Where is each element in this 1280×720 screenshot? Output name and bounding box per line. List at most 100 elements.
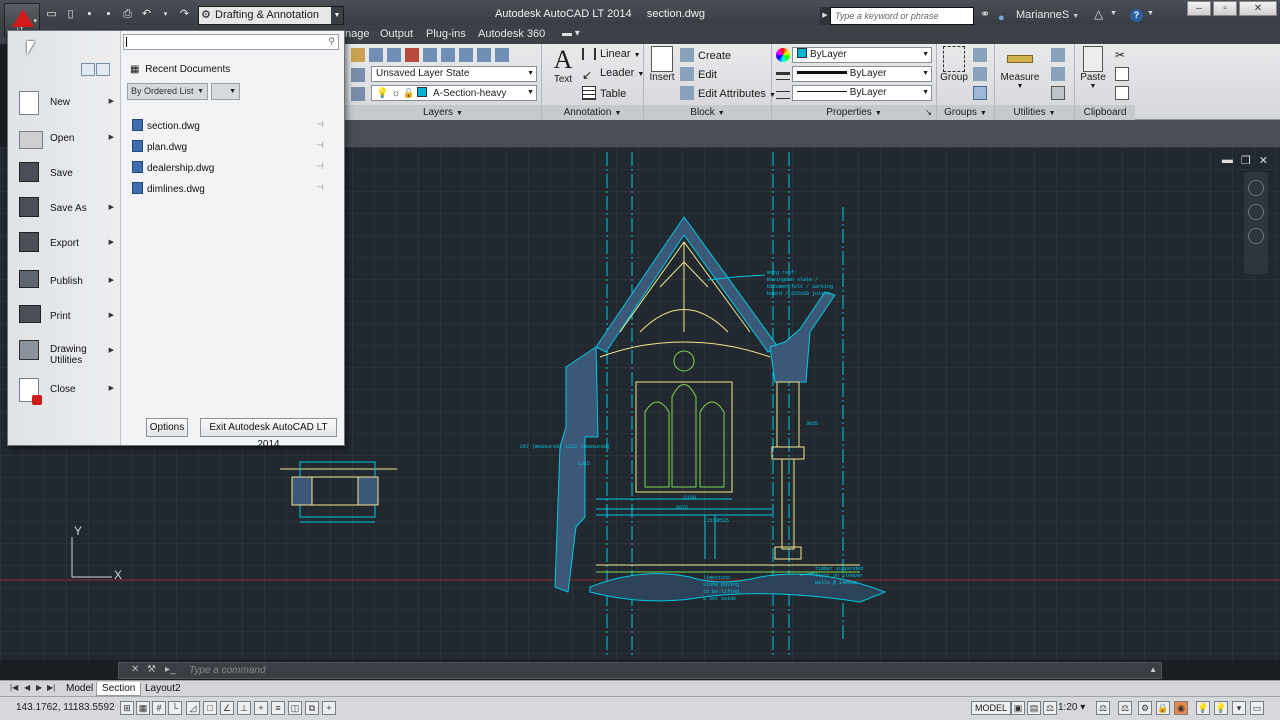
- edit-block-button[interactable]: Edit: [680, 67, 717, 81]
- copy-clip-icon[interactable]: [1115, 86, 1133, 100]
- recent-file[interactable]: dimlines.dwg: [132, 182, 205, 195]
- display-options-dropdown[interactable]: ▼: [211, 83, 240, 100]
- recent-file[interactable]: dealership.dwg: [132, 161, 214, 174]
- recent-file[interactable]: section.dwg: [132, 119, 200, 132]
- block-panel-label[interactable]: Block ▼: [644, 105, 771, 120]
- layer-off-icon[interactable]: [459, 48, 473, 62]
- redo-icon[interactable]: ↷: [177, 7, 192, 22]
- order-by-dropdown[interactable]: By Ordered List ▼: [127, 83, 208, 100]
- layer-freeze-icon[interactable]: [441, 48, 455, 62]
- new-icon[interactable]: ▭: [44, 7, 59, 22]
- help-icon[interactable]: ?: [1130, 9, 1143, 22]
- layer-walk-icon[interactable]: [351, 87, 369, 101]
- exchange-icon[interactable]: △: [1094, 7, 1103, 21]
- layer-previous-icon[interactable]: [387, 48, 401, 62]
- annotation-visibility-icon[interactable]: ⚖: [1096, 701, 1110, 715]
- quick-view-layouts-icon[interactable]: ▣: [1011, 701, 1025, 715]
- quick-select-icon[interactable]: [1051, 48, 1069, 62]
- menu-item-open[interactable]: Open ▶: [8, 123, 121, 157]
- save-as-icon[interactable]: ▪: [101, 7, 116, 22]
- lineweight-toggle-icon[interactable]: ≡: [271, 701, 285, 715]
- clipboard-panel-label[interactable]: Clipboard: [1075, 105, 1135, 120]
- open-icon[interactable]: ▯: [63, 7, 78, 22]
- dyn-icon[interactable]: +: [254, 701, 268, 715]
- menu-item-new[interactable]: New ▶: [8, 87, 121, 121]
- lightbulb-icon[interactable]: 💡: [1214, 701, 1228, 715]
- linetype-dropdown[interactable]: ByLayer ▼: [792, 85, 932, 101]
- command-input[interactable]: Type a command: [189, 665, 266, 676]
- paste-button[interactable]: Paste ▼: [1077, 46, 1109, 90]
- wrench-icon[interactable]: ⚒: [147, 664, 156, 675]
- select-similar-icon[interactable]: [1051, 67, 1069, 81]
- help-search-input[interactable]: Type a keyword or phrase: [830, 7, 974, 25]
- layers-panel-label[interactable]: Layers ▼: [345, 105, 541, 120]
- menu-item-publish[interactable]: Publish ▶: [8, 266, 121, 300]
- status-menu-icon[interactable]: ▾: [1232, 701, 1246, 715]
- layer-dropdown[interactable]: 💡 ☼ 🔓 A-Section-heavy ▼: [371, 85, 537, 101]
- layer-match-icon[interactable]: [369, 48, 383, 62]
- hardware-acceleration-icon[interactable]: ◉: [1174, 701, 1188, 715]
- user-signin[interactable]: ● MarianneS ▼: [998, 9, 1079, 26]
- otrack-icon[interactable]: ∠: [220, 701, 234, 715]
- menu-item-print[interactable]: Print ▶: [8, 301, 121, 335]
- edit-attributes-button[interactable]: Edit Attributes ▼: [680, 86, 776, 100]
- open-documents-view-icon[interactable]: [96, 63, 110, 76]
- annotation-scale-value[interactable]: 1:20 ▾: [1058, 702, 1085, 713]
- layer-unisolate-icon[interactable]: [423, 48, 437, 62]
- selection-cycling-icon[interactable]: ⧉: [305, 701, 319, 715]
- annotation-monitor-icon[interactable]: +: [322, 701, 336, 715]
- coordinates-readout[interactable]: 143.1762, 11183.5592: [16, 702, 115, 713]
- recent-documents-view-icon[interactable]: [81, 63, 95, 76]
- pin-icon[interactable]: ⊣: [316, 140, 324, 151]
- maximize-button[interactable]: ▫: [1213, 1, 1237, 16]
- text-button[interactable]: A Text: [548, 46, 578, 86]
- close-icon[interactable]: ✕: [131, 664, 139, 675]
- menu-item-drawing-utilities[interactable]: Drawing Utilities ▶: [8, 336, 121, 374]
- ungroup-icon[interactable]: [973, 48, 991, 62]
- last-tab-icon[interactable]: ▶|: [47, 683, 55, 692]
- menu-item-export[interactable]: Export ▶: [8, 228, 121, 262]
- menu-item-close[interactable]: Close ▶: [8, 374, 121, 408]
- grid-icon[interactable]: #: [152, 701, 166, 715]
- tab-manage[interactable]: nage: [345, 28, 369, 40]
- print-icon[interactable]: ⎙: [120, 7, 135, 22]
- tab-model[interactable]: Model: [61, 682, 98, 696]
- quick-view-drawings-icon[interactable]: ▤: [1027, 701, 1041, 715]
- workspace-dropdown[interactable]: ⚙ Drafting & Annotation ▼: [198, 6, 344, 25]
- infer-constraints-icon[interactable]: ⊞: [120, 701, 134, 715]
- save-icon[interactable]: ▪: [82, 7, 97, 22]
- ducs-icon[interactable]: ⊥: [237, 701, 251, 715]
- osnap-icon[interactable]: □: [203, 701, 217, 715]
- layer-properties-icon[interactable]: [351, 48, 365, 62]
- menu-item-save[interactable]: Save: [8, 158, 121, 192]
- utilities-panel-label[interactable]: Utilities ▼: [995, 105, 1074, 120]
- tab-layout2[interactable]: Layout2: [140, 682, 186, 696]
- linear-button[interactable]: Linear ▼: [582, 48, 641, 60]
- transparency-icon[interactable]: ◫: [288, 701, 302, 715]
- clean-screen-icon[interactable]: ▭: [1250, 701, 1264, 715]
- tab-output[interactable]: Output: [380, 28, 413, 40]
- next-tab-icon[interactable]: ▶: [36, 683, 42, 692]
- isolate-objects-icon[interactable]: 💡: [1196, 701, 1210, 715]
- groups-panel-label[interactable]: Groups ▼: [937, 105, 994, 120]
- first-tab-icon[interactable]: |◀: [10, 683, 18, 692]
- group-button[interactable]: Group: [939, 46, 969, 83]
- group-select-icon[interactable]: [973, 86, 991, 100]
- recent-file[interactable]: plan.dwg: [132, 140, 187, 153]
- exit-button[interactable]: Exit Autodesk AutoCAD LT 2014: [200, 418, 337, 450]
- binoculars-icon[interactable]: ⚭: [980, 7, 990, 21]
- group-edit-icon[interactable]: [973, 67, 991, 81]
- snap-icon[interactable]: ▦: [136, 701, 150, 715]
- auto-scale-icon[interactable]: ⚖: [1118, 701, 1132, 715]
- color-dropdown[interactable]: ByLayer ▼: [792, 47, 932, 63]
- polar-icon[interactable]: ◿: [186, 701, 200, 715]
- minimize-button[interactable]: –: [1187, 1, 1211, 16]
- undo-dropdown-icon[interactable]: ▾: [158, 7, 173, 22]
- search-expand-icon[interactable]: ▶: [820, 7, 830, 25]
- cut-icon[interactable]: ✂: [1115, 48, 1125, 62]
- annotation-panel-label[interactable]: Annotation ▼: [542, 105, 643, 120]
- leader-button[interactable]: ↙ Leader ▼: [582, 67, 644, 82]
- layer-isolate-icon[interactable]: [405, 48, 419, 62]
- panel-launcher-icon[interactable]: ↘: [925, 105, 932, 120]
- undo-icon[interactable]: ↶: [139, 7, 154, 22]
